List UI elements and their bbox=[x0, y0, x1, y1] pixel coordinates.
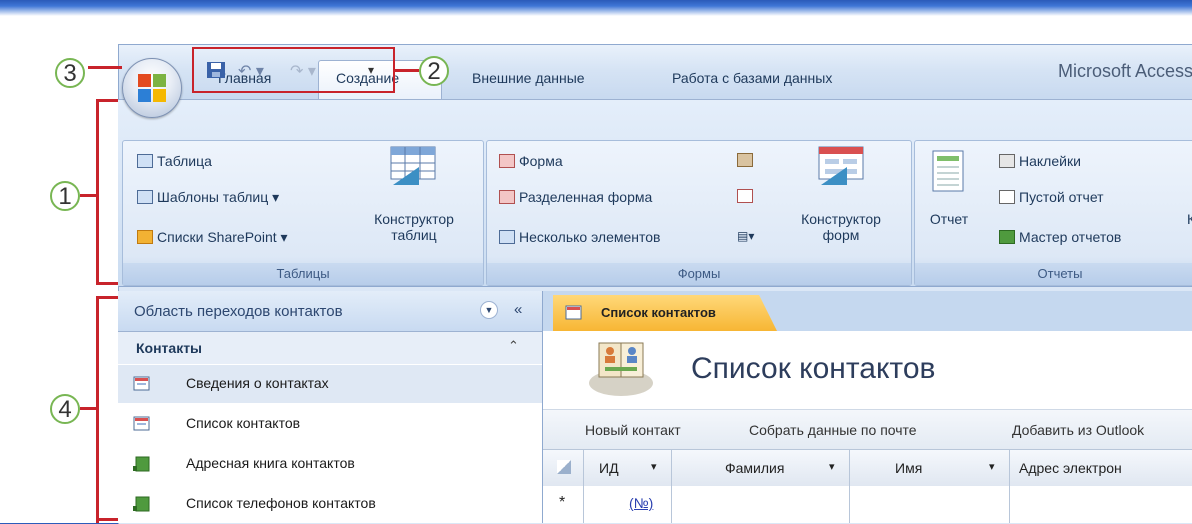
form-designer-button[interactable]: Конструктор форм bbox=[783, 211, 899, 243]
group-forms-label: Формы bbox=[487, 263, 911, 285]
new-record-id[interactable]: (№) bbox=[629, 495, 653, 511]
table-icon bbox=[137, 154, 153, 168]
new-contact-link[interactable]: Новый контакт bbox=[585, 422, 681, 438]
nav-menu-dropdown-icon[interactable]: ▼ bbox=[480, 301, 498, 319]
group-reports-label: Отчеты bbox=[915, 263, 1192, 285]
labels-button[interactable]: Наклейки bbox=[999, 153, 1081, 169]
callout-4: 4 bbox=[50, 394, 80, 424]
form-icon bbox=[133, 376, 150, 391]
blank-form-icon[interactable] bbox=[737, 189, 753, 203]
quick-access-toolbar: ↶ ▾ ↷ ▾ ▾ bbox=[192, 47, 395, 93]
nav-group-header[interactable]: Контакты ⌃ bbox=[118, 332, 542, 364]
tab-external-data[interactable]: Внешние данные bbox=[472, 70, 585, 86]
group-forms: Форма Разделенная форма Несколько элемен… bbox=[486, 140, 912, 286]
blank-report-button[interactable]: Пустой отчет bbox=[999, 189, 1104, 205]
nav-item-contact-list[interactable]: Список контактов bbox=[118, 405, 542, 443]
app-title: Microsoft Access bbox=[1057, 61, 1192, 81]
collect-email-link[interactable]: Собрать данные по почте bbox=[749, 422, 917, 438]
nav-item-address-book[interactable]: Адресная книга контактов bbox=[118, 445, 542, 483]
column-email[interactable]: Адрес электрон bbox=[1019, 460, 1122, 476]
nav-pane-header: Область переходов контактов ▼ « bbox=[118, 291, 542, 332]
report-wizard-button[interactable]: Мастер отчетов bbox=[999, 229, 1121, 245]
document-tab-label: Список контактов bbox=[601, 305, 716, 320]
callout-2-line bbox=[395, 69, 419, 72]
document-tab[interactable]: Список контактов bbox=[553, 295, 777, 331]
tab-database-tools[interactable]: Работа с базами данных bbox=[672, 70, 832, 86]
bracket-1-bottom bbox=[96, 282, 118, 285]
office-button[interactable] bbox=[122, 58, 182, 118]
blank-report-icon bbox=[999, 190, 1015, 204]
bracket-1-top bbox=[96, 99, 118, 102]
bracket-4-top bbox=[96, 296, 118, 299]
more-forms-icon[interactable]: ▤▾ bbox=[737, 229, 754, 243]
redo-icon[interactable]: ↷ ▾ bbox=[290, 61, 316, 80]
office-logo-icon bbox=[138, 74, 166, 102]
column-last-name-sort-icon[interactable]: ▾ bbox=[829, 460, 835, 473]
contact-book-icon bbox=[589, 342, 653, 396]
table-button[interactable]: Таблица bbox=[137, 153, 212, 169]
column-last-name[interactable]: Фамилия bbox=[725, 460, 784, 476]
report-icon bbox=[133, 456, 150, 472]
document-tab-strip: Список контактов bbox=[543, 291, 1192, 331]
group-tables-label: Таблицы bbox=[123, 263, 483, 285]
select-all-icon[interactable] bbox=[557, 460, 571, 474]
split-form-button[interactable]: Разделенная форма bbox=[499, 189, 652, 205]
customize-qat-icon[interactable]: ▾ bbox=[368, 63, 374, 81]
new-record-marker: * bbox=[559, 494, 566, 511]
sharepoint-icon bbox=[137, 230, 153, 244]
table-designer-button[interactable]: Конструктор таблиц bbox=[359, 211, 469, 243]
bracket-1-vertical bbox=[96, 99, 99, 285]
add-from-outlook-link[interactable]: Добавить из Outlook bbox=[1012, 422, 1144, 438]
callout-2: 2 bbox=[419, 56, 449, 86]
sharepoint-lists-button[interactable]: Списки SharePoint ▾ bbox=[137, 229, 288, 246]
pivot-chart-icon[interactable] bbox=[737, 153, 753, 167]
bracket-1-stem bbox=[80, 194, 98, 197]
callout-3-line bbox=[88, 66, 122, 69]
form-icon bbox=[565, 305, 582, 320]
collapse-pane-icon[interactable]: « bbox=[514, 301, 522, 318]
form-designer-icon bbox=[817, 145, 865, 187]
table-templates-button[interactable]: Шаблоны таблиц ▾ bbox=[137, 189, 279, 206]
column-id[interactable]: ИД bbox=[599, 460, 619, 476]
labels-icon bbox=[999, 154, 1015, 168]
column-id-sort-icon[interactable]: ▾ bbox=[651, 460, 657, 473]
collapse-group-icon[interactable]: ⌃ bbox=[508, 338, 519, 354]
column-first-name[interactable]: Имя bbox=[895, 460, 922, 476]
nav-pane-title: Область переходов контактов bbox=[134, 303, 343, 320]
multiple-items-button[interactable]: Несколько элементов bbox=[499, 229, 661, 245]
nav-item-phone-list[interactable]: Список телефонов контактов bbox=[118, 485, 542, 523]
report-designer-button[interactable]: К bbox=[1187, 211, 1192, 227]
datasheet-new-row[interactable]: * (№) bbox=[543, 486, 1192, 523]
group-tables: Таблица Шаблоны таблиц ▾ Списки SharePoi… bbox=[122, 140, 484, 286]
form-icon bbox=[133, 416, 150, 431]
undo-icon[interactable]: ↶ ▾ bbox=[238, 61, 264, 80]
nav-group-title: Контакты bbox=[136, 340, 203, 356]
navigation-pane: Область переходов контактов ▼ « Контакты… bbox=[118, 291, 543, 523]
save-icon[interactable] bbox=[206, 61, 226, 79]
form-action-bar: Новый контакт Собрать данные по почте До… bbox=[543, 409, 1192, 450]
multiple-items-icon bbox=[499, 230, 515, 244]
table-designer-icon bbox=[389, 145, 437, 187]
report-icon bbox=[931, 149, 965, 193]
datasheet-header: ИД ▾ Фамилия ▾ Имя ▾ Адрес электрон bbox=[543, 449, 1192, 487]
column-first-name-sort-icon[interactable]: ▾ bbox=[989, 460, 995, 473]
nav-item-contact-details[interactable]: Сведения о контактах bbox=[118, 365, 542, 403]
form-title: Список контактов bbox=[691, 352, 936, 385]
report-icon bbox=[133, 496, 150, 512]
table-templates-icon bbox=[137, 190, 153, 204]
group-reports: Отчет Наклейки Пустой отчет Мастер отчет… bbox=[914, 140, 1192, 286]
bracket-4-stem bbox=[80, 407, 98, 410]
report-wizard-icon bbox=[999, 230, 1015, 244]
document-area: Список контактов Список контактов Новый … bbox=[543, 291, 1192, 523]
split-form-icon bbox=[499, 190, 515, 204]
report-button[interactable]: Отчет bbox=[919, 211, 979, 227]
ribbon: Таблица Шаблоны таблиц ▾ Списки SharePoi… bbox=[118, 99, 1192, 287]
bracket-4-bottom bbox=[96, 518, 118, 521]
callout-3: 3 bbox=[55, 58, 85, 88]
callout-1: 1 bbox=[50, 181, 80, 211]
form-icon bbox=[499, 154, 515, 168]
form-button[interactable]: Форма bbox=[499, 153, 563, 169]
